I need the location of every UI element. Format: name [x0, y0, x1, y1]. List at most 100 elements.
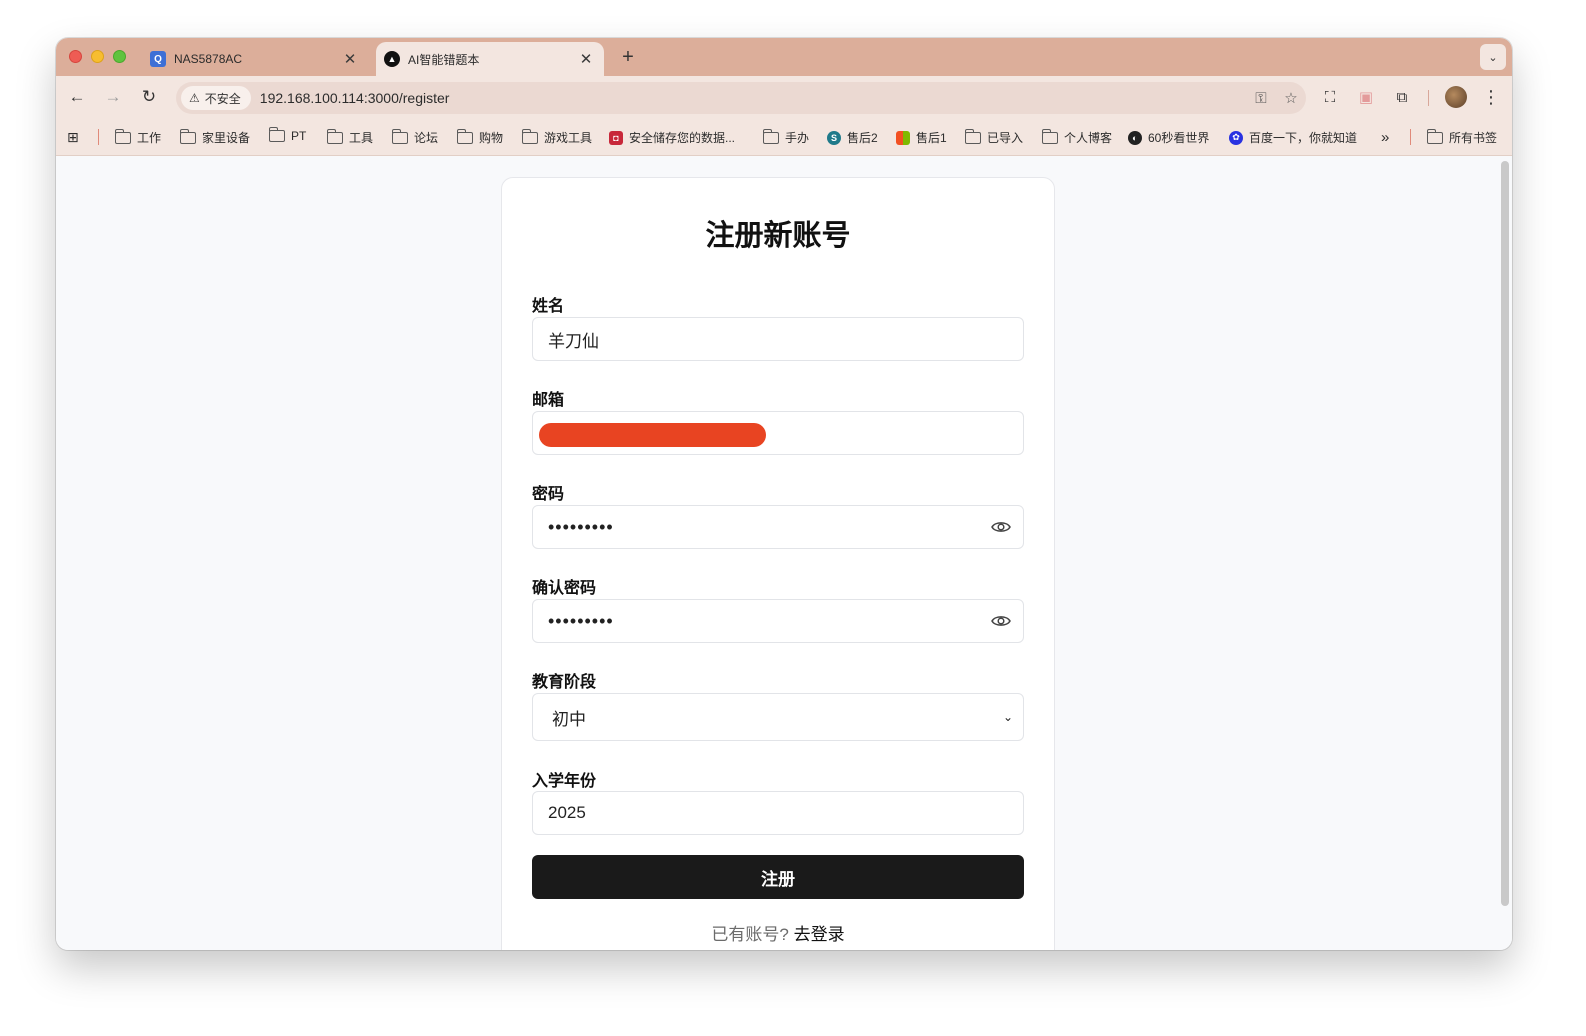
- profile-avatar[interactable]: [1445, 86, 1467, 108]
- bookmark-folder-shopping[interactable]: 购物: [456, 128, 504, 146]
- bookmark-folder-work[interactable]: 工作: [114, 128, 162, 146]
- site-icon: ◐: [1128, 130, 1142, 145]
- bilibili-extension-icon[interactable]: ▣: [1353, 84, 1379, 110]
- close-window-button[interactable]: [69, 50, 82, 63]
- tab-nas[interactable]: Q NAS5878AC ✕: [142, 42, 368, 76]
- minimize-window-button[interactable]: [91, 50, 104, 63]
- extensions-puzzle-icon[interactable]: ⧉: [1389, 84, 1415, 110]
- folder-icon: [456, 128, 473, 144]
- maximize-window-button[interactable]: [113, 50, 126, 63]
- name-label: 姓名: [532, 298, 565, 315]
- education-stage-label: 教育阶段: [532, 674, 597, 691]
- bookmarks-overflow-icon[interactable]: »: [1381, 129, 1389, 146]
- folder-icon: [1041, 128, 1058, 144]
- password-label: 密码: [532, 486, 565, 503]
- bookmark-label: 手办: [785, 131, 810, 145]
- apps-grid-icon[interactable]: ⊞: [67, 129, 79, 146]
- education-stage-value: 初中: [552, 709, 586, 729]
- toolbar-divider: [1428, 90, 1429, 106]
- page-title: 注册新账号: [705, 220, 851, 252]
- bookmark-label: 论坛: [414, 131, 439, 145]
- enrollment-year-value: 2025: [548, 803, 586, 822]
- bookmark-60s-world[interactable]: ◐ 60秒看世界: [1128, 129, 1209, 146]
- tab-close-icon[interactable]: ✕: [574, 50, 598, 68]
- bookmark-label: 游戏工具: [544, 131, 593, 145]
- folder-icon: [326, 128, 343, 144]
- login-prompt-line: 已有账号? 去登录: [502, 920, 1054, 945]
- bookmark-label: 家里设备: [202, 131, 251, 145]
- key-icon[interactable]: ⚿: [1246, 90, 1276, 107]
- star-icon[interactable]: ☆: [1276, 89, 1306, 107]
- register-button[interactable]: 注册: [532, 855, 1024, 899]
- security-label: 不安全: [204, 91, 241, 106]
- ai-icon: ▲: [384, 51, 400, 67]
- reload-icon[interactable]: ↻: [136, 84, 162, 110]
- confirm-password-field[interactable]: •••••••••: [532, 599, 1024, 643]
- bookmark-label: 已导入: [987, 131, 1024, 145]
- bookmark-folder-personal-blog[interactable]: 个人博客: [1041, 128, 1113, 146]
- bookmarks-bar: ⊞ 工作 家里设备 PT 工具 论坛 购物 游戏工具 ◘ 安全储存您的数据...…: [56, 118, 1512, 156]
- name-field[interactable]: 羊刀仙: [532, 317, 1024, 361]
- bookmark-folder-home-devices[interactable]: 家里设备: [179, 128, 251, 146]
- new-tab-button[interactable]: +: [616, 46, 640, 69]
- password-value: •••••••••: [548, 516, 614, 537]
- folder-icon: [179, 128, 196, 144]
- email-field[interactable]: [532, 411, 1024, 455]
- bookmark-folder-figures[interactable]: 手办: [762, 128, 810, 146]
- folder-icon: [964, 128, 981, 144]
- eye-icon[interactable]: [991, 613, 1011, 629]
- site-icon: ◘: [609, 130, 623, 145]
- bookmark-folder-tools[interactable]: 工具: [326, 128, 374, 146]
- warning-icon: ⚠: [189, 91, 200, 105]
- password-field[interactable]: •••••••••: [532, 505, 1024, 549]
- confirm-password-value: •••••••••: [548, 610, 614, 631]
- toolbar: ← → ↻ ⚠ 不安全 192.168.100.114:3000/registe…: [56, 76, 1512, 118]
- page-scrollbar[interactable]: [1501, 161, 1509, 906]
- all-bookmarks-folder[interactable]: 所有书签: [1426, 128, 1497, 146]
- bookmark-label: 购物: [479, 131, 504, 145]
- page-content: 注册新账号 姓名 羊刀仙 邮箱 密码 ••••••••• 确认密码 ••••••…: [56, 157, 1512, 950]
- site-icon: ✿: [1229, 130, 1243, 145]
- bookmark-label: 工作: [137, 131, 162, 145]
- enrollment-year-field[interactable]: 2025: [532, 791, 1024, 835]
- tab-ai-notebook[interactable]: ▲ AI智能错题本 ✕: [376, 42, 604, 76]
- eye-icon[interactable]: [991, 519, 1011, 535]
- login-prompt-text: 已有账号?: [711, 925, 789, 944]
- bookmark-folder-game-tools[interactable]: 游戏工具: [521, 128, 593, 146]
- address-bar[interactable]: ⚠ 不安全 192.168.100.114:3000/register ⚿ ☆: [176, 82, 1306, 114]
- bookmark-label: 60秒看世界: [1148, 131, 1210, 145]
- bookmark-label: 工具: [349, 131, 374, 145]
- nas-icon: Q: [150, 51, 166, 67]
- folder-icon: [268, 127, 285, 142]
- screenshot-extension-icon[interactable]: ⛶: [1317, 84, 1343, 110]
- security-chip[interactable]: ⚠ 不安全: [181, 86, 251, 110]
- tab-close-icon[interactable]: ✕: [338, 50, 362, 68]
- menu-kebab-icon[interactable]: ⋮: [1478, 84, 1504, 110]
- chevron-down-icon: ⌄: [1002, 710, 1013, 724]
- register-card: 注册新账号 姓名 羊刀仙 邮箱 密码 ••••••••• 确认密码 ••••••…: [501, 177, 1055, 950]
- redaction-mark: [539, 423, 766, 447]
- bookmark-folder-forum[interactable]: 论坛: [391, 128, 439, 146]
- folder-icon: [114, 128, 131, 144]
- tab-search-chevron-icon[interactable]: ⌄: [1480, 44, 1506, 70]
- bookmark-divider: [1410, 129, 1411, 145]
- bookmark-after-sales-1[interactable]: 售后1: [896, 129, 947, 146]
- forward-arrow-icon[interactable]: →: [100, 84, 126, 110]
- back-arrow-icon[interactable]: ←: [64, 84, 90, 110]
- bookmark-baidu[interactable]: ✿ 百度一下，你就知道: [1229, 129, 1357, 146]
- tab-title: AI智能错题本: [408, 52, 480, 67]
- email-label: 邮箱: [532, 392, 565, 409]
- bookmark-after-sales-2[interactable]: S 售后2: [827, 129, 878, 146]
- site-icon: S: [827, 130, 841, 145]
- bookmark-folder-imported[interactable]: 已导入: [964, 128, 1024, 146]
- bookmark-folder-pt[interactable]: PT: [268, 127, 306, 143]
- folder-icon: [521, 128, 538, 144]
- login-link[interactable]: 去登录: [794, 925, 845, 944]
- site-icon: [896, 130, 910, 145]
- bookmark-label: 个人博客: [1064, 131, 1113, 145]
- bookmark-secure-storage[interactable]: ◘ 安全储存您的数据...: [609, 129, 735, 146]
- enrollment-year-label: 入学年份: [532, 773, 597, 790]
- url-text[interactable]: 192.168.100.114:3000/register: [260, 90, 1246, 106]
- tab-strip: Q NAS5878AC ✕ ▲ AI智能错题本 ✕ + ⌄: [56, 38, 1512, 76]
- education-stage-select[interactable]: 初中 ⌄: [532, 693, 1024, 741]
